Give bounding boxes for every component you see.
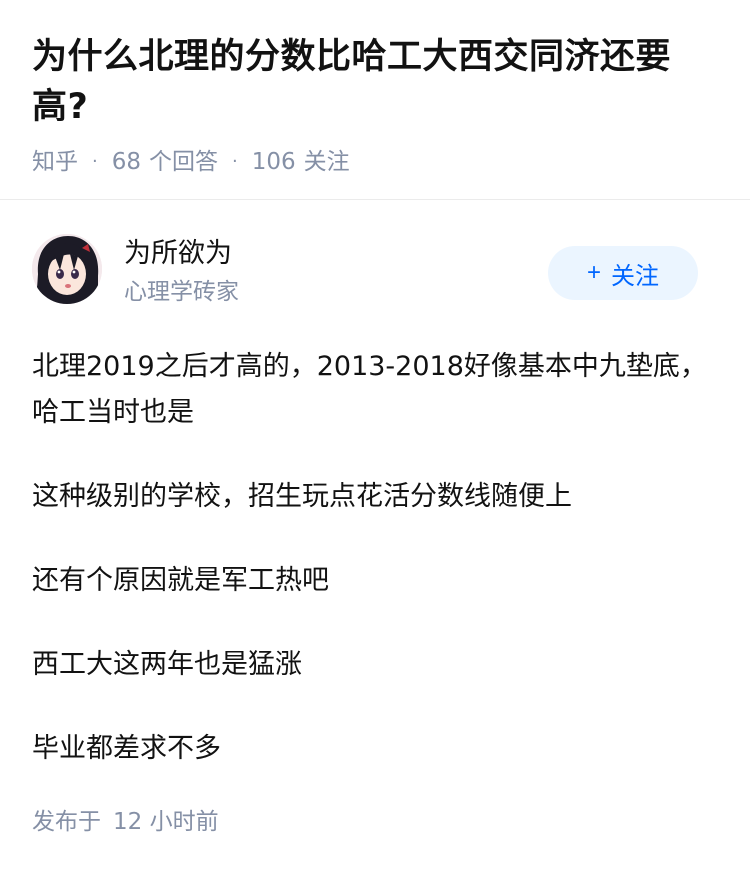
question-meta: 知乎 · 68 个回答 · 106 关注 — [32, 146, 718, 178]
answer-paragraph: 毕业都差求不多 — [32, 733, 221, 764]
separator-dot: · — [92, 151, 98, 172]
answer-paragraph: 这种级别的学校，招生玩点花活分数线随便上 — [32, 481, 572, 512]
avatar[interactable] — [32, 234, 102, 304]
answer-paragraph: 北理2019之后才高的，2013-2018好像基本中九垫底，哈工当时也是 — [32, 351, 707, 428]
page: 为什么北理的分数比哈工大西交同济还要高? 知乎 · 68 个回答 · 106 关… — [0, 0, 750, 874]
plus-icon: + — [586, 259, 601, 286]
followers-label: 关注 — [303, 149, 350, 175]
followers-count: 106 — [251, 149, 296, 175]
question-header: 为什么北理的分数比哈工大西交同济还要高? 知乎 · 68 个回答 · 106 关… — [0, 0, 750, 200]
separator-dot: · — [232, 151, 238, 172]
follow-button[interactable]: + 关注 — [548, 246, 698, 300]
answer-body: 北理2019之后才高的，2013-2018好像基本中九垫底，哈工当时也是 这种级… — [32, 344, 718, 772]
answer-footer: 发布于 12 小时前 — [32, 806, 219, 838]
answers-count: 68 — [111, 149, 142, 175]
answers-label: 个回答 — [149, 149, 219, 175]
author-name[interactable]: 为所欲为 — [124, 236, 232, 272]
author-bio: 心理学砖家 — [124, 279, 239, 305]
answer-paragraph: 还有个原因就是军工热吧 — [32, 565, 329, 596]
answer: 为所欲为 心理学砖家 + 关注 北理2019之后才高的，2013-2018好像基… — [0, 234, 750, 772]
source-label[interactable]: 知乎 — [32, 146, 78, 178]
follow-button-label: 关注 — [611, 262, 659, 290]
answer-paragraph: 西工大这两年也是猛涨 — [32, 649, 302, 680]
question-title[interactable]: 为什么北理的分数比哈工大西交同济还要高? — [32, 32, 718, 132]
published-time: 12 小时前 — [113, 809, 219, 835]
published-label: 发布于 — [32, 809, 101, 835]
author-row: 为所欲为 心理学砖家 + 关注 — [32, 234, 718, 344]
avatar-image — [32, 234, 102, 304]
